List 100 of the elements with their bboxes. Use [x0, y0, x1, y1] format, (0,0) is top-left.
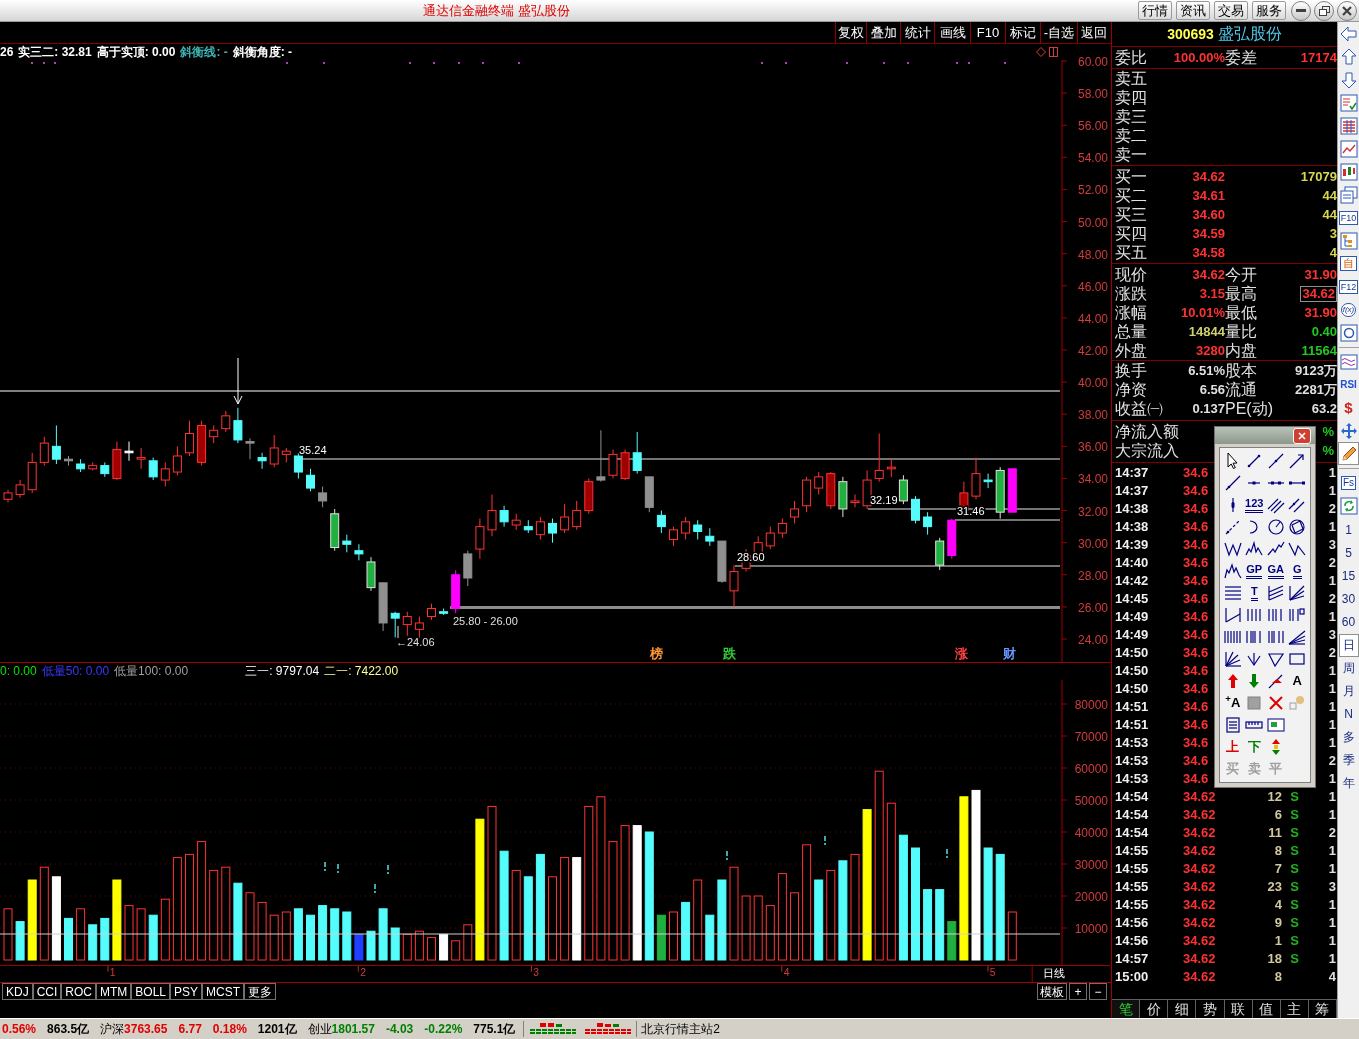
- period-button[interactable]: 多: [1338, 726, 1359, 749]
- menu-button[interactable]: 交易: [1214, 1, 1248, 20]
- text-tool[interactable]: GA: [1267, 563, 1284, 579]
- tool-label[interactable]: Fs: [1340, 475, 1357, 490]
- vertical-lines-icon[interactable]: [1266, 606, 1285, 624]
- pencil-button[interactable]: [1338, 442, 1359, 465]
- dashed-line-icon[interactable]: [1223, 518, 1242, 536]
- zigzag-icon[interactable]: [1266, 540, 1285, 558]
- event-marker[interactable]: 榜: [650, 646, 663, 661]
- template-button[interactable]: −: [1089, 983, 1107, 1000]
- table-icon[interactable]: [1339, 116, 1358, 135]
- period-button[interactable]: 季: [1338, 749, 1359, 772]
- period-button[interactable]: 1: [1338, 519, 1359, 542]
- up-arrow-icon[interactable]: [1339, 47, 1358, 66]
- cross-icon[interactable]: [1266, 694, 1285, 712]
- tool-label[interactable]: F12: [1338, 279, 1359, 294]
- tool-label[interactable]: f(x): [1340, 302, 1357, 317]
- period-button[interactable]: 60: [1338, 611, 1359, 634]
- period-button[interactable]: 周: [1338, 657, 1359, 680]
- panel-icon[interactable]: [1049, 47, 1058, 57]
- template-button[interactable]: +: [1069, 983, 1087, 1000]
- period-button[interactable]: N: [1338, 703, 1359, 726]
- vertical-lines-icon[interactable]: [1223, 628, 1242, 646]
- vertical-lines-icon[interactable]: [1288, 606, 1307, 624]
- rectangle-icon[interactable]: [1288, 650, 1307, 668]
- slanted-lines-icon[interactable]: [1266, 584, 1285, 602]
- tool-label[interactable]: 自: [1340, 256, 1357, 271]
- text-tool[interactable]: 下: [1247, 740, 1261, 754]
- circle-polygon-icon[interactable]: [1288, 518, 1307, 536]
- text-tool[interactable]: A: [1292, 674, 1302, 688]
- close-button[interactable]: [1337, 0, 1357, 21]
- tool-label[interactable]: F10: [1338, 210, 1359, 225]
- indicator-tab[interactable]: BOLL: [131, 983, 171, 1000]
- text-tool[interactable]: 123: [1245, 497, 1264, 513]
- tool-label[interactable]: RSI: [1340, 378, 1357, 391]
- horizontal-lines-icon[interactable]: [1223, 584, 1242, 602]
- refresh-icon[interactable]: [1339, 496, 1358, 515]
- zigzag-icon[interactable]: [1288, 540, 1307, 558]
- tree-icon[interactable]: [1339, 231, 1358, 250]
- move-icon[interactable]: [1339, 421, 1358, 440]
- indicator-tab[interactable]: ROC: [61, 983, 96, 1000]
- template-button[interactable]: 模板: [1037, 983, 1067, 1000]
- indicator-tab[interactable]: MTM: [96, 983, 132, 1000]
- event-marker[interactable]: 财: [1003, 646, 1016, 661]
- menu-button[interactable]: 资讯: [1176, 1, 1210, 20]
- period-button[interactable]: 15: [1338, 565, 1359, 588]
- picture-icon[interactable]: [1266, 716, 1285, 734]
- slanted-lines-icon[interactable]: [1288, 584, 1307, 602]
- period-button[interactable]: 日: [1338, 634, 1359, 657]
- text-tool[interactable]: GP: [1246, 563, 1263, 579]
- toolbar-button[interactable]: F10: [970, 22, 1005, 43]
- line-arrow-icon[interactable]: [1266, 672, 1285, 690]
- minimize-button[interactable]: [1291, 0, 1311, 21]
- toolbar-button[interactable]: -自选: [1040, 22, 1077, 43]
- zigzag-icon[interactable]: [1223, 540, 1242, 558]
- vertical-lines-icon[interactable]: [1245, 606, 1264, 624]
- zigzag-icon[interactable]: [1245, 540, 1264, 558]
- period-button[interactable]: 30: [1338, 588, 1359, 611]
- line-icon[interactable]: [1223, 474, 1242, 492]
- indicator-tab[interactable]: KDJ: [2, 983, 33, 1000]
- down-arrow-icon[interactable]: [1339, 70, 1358, 89]
- restore-button[interactable]: [1314, 0, 1334, 21]
- period-button[interactable]: 5: [1338, 542, 1359, 565]
- toolbar-button[interactable]: 复权: [835, 22, 866, 43]
- period-button[interactable]: 年: [1338, 772, 1359, 795]
- vertical-lines-icon[interactable]: [1266, 628, 1285, 646]
- windows-icon[interactable]: [1339, 185, 1358, 204]
- left-arrow-icon[interactable]: [1339, 24, 1358, 43]
- arrow-line-icon[interactable]: [1288, 452, 1307, 470]
- circle-icon[interactable]: [1266, 518, 1285, 536]
- panel-tab[interactable]: 笔: [1112, 1000, 1141, 1018]
- text-tool[interactable]: 上: [1226, 740, 1240, 754]
- tool-label[interactable]: $: [1344, 399, 1353, 416]
- indicator-tab[interactable]: 更多: [244, 983, 277, 1000]
- menu-button[interactable]: 行情: [1138, 1, 1172, 20]
- triangle-icon[interactable]: [1266, 650, 1285, 668]
- text-tool[interactable]: G: [1292, 563, 1302, 579]
- menu-button[interactable]: 服务: [1252, 1, 1286, 20]
- event-marker[interactable]: 跌: [723, 646, 736, 661]
- toolbar-button[interactable]: 叠加: [866, 22, 900, 43]
- period-label[interactable]: 日线: [1043, 967, 1066, 980]
- vertical-lines-icon[interactable]: [1245, 628, 1264, 646]
- toolbar-button[interactable]: 画线: [934, 22, 970, 43]
- indicator-tab[interactable]: MCST: [202, 983, 245, 1000]
- line-chart-icon[interactable]: [1339, 139, 1358, 158]
- line-icon[interactable]: [1266, 452, 1285, 470]
- document-icon[interactable]: [1223, 716, 1242, 734]
- bracket-icon[interactable]: [1223, 606, 1242, 624]
- parallel-lines-icon[interactable]: [1288, 496, 1307, 514]
- indicator-tab[interactable]: CCI: [32, 983, 62, 1000]
- toolbar-button[interactable]: 统计: [900, 22, 934, 43]
- checklist-icon[interactable]: [1339, 93, 1358, 112]
- wave-icon[interactable]: [1339, 352, 1358, 371]
- fan-lines-icon[interactable]: [1288, 628, 1307, 646]
- text-tool[interactable]: T: [1250, 585, 1258, 601]
- indicator-tab[interactable]: PSY: [170, 983, 203, 1000]
- event-marker[interactable]: 涨: [955, 646, 968, 661]
- parallel-lines-icon[interactable]: [1266, 496, 1285, 514]
- text-tool[interactable]: $^{+}$A: [1225, 696, 1241, 710]
- candlestick-icon[interactable]: [1339, 162, 1358, 181]
